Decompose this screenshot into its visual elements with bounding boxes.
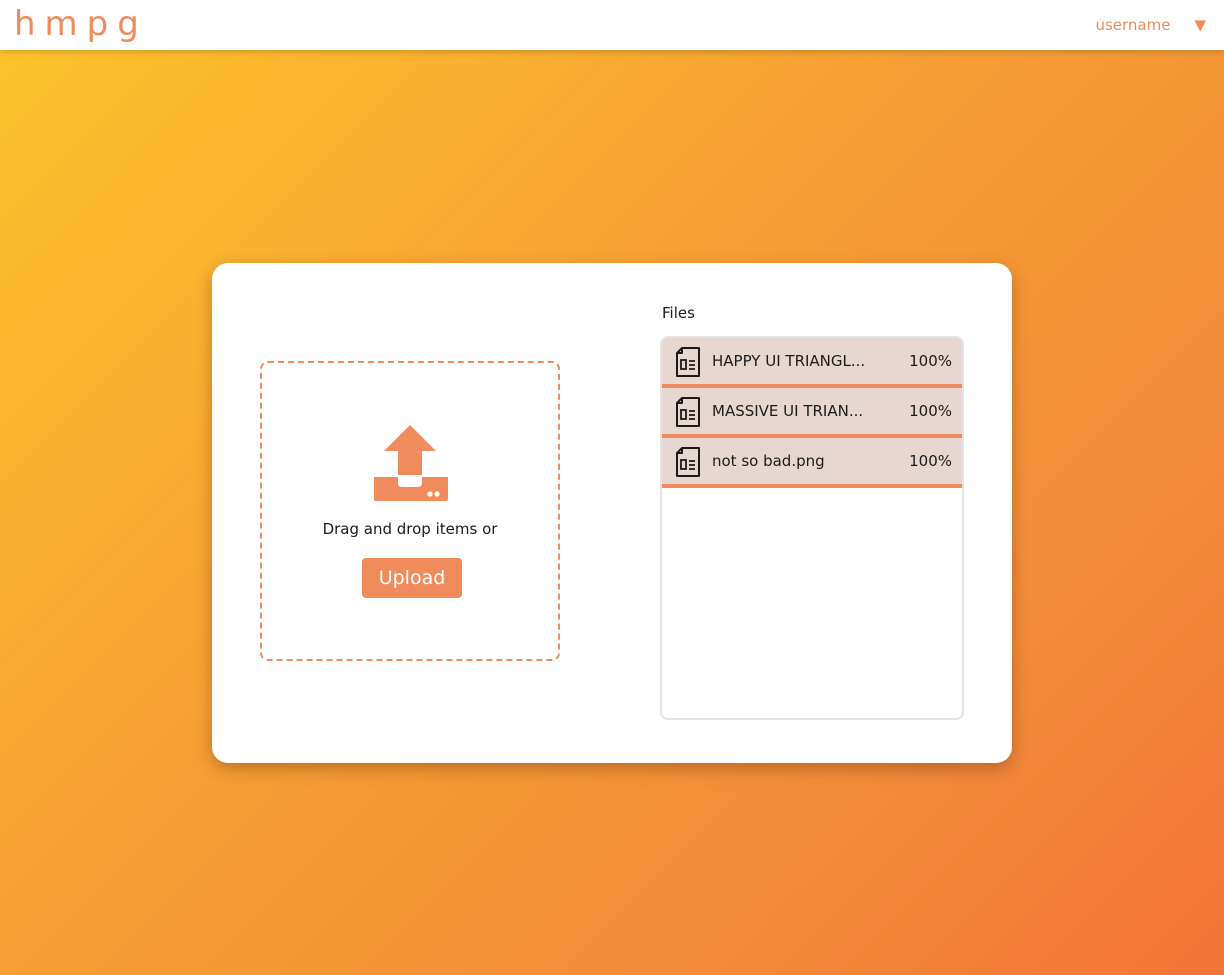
username-label[interactable]: username — [1095, 16, 1170, 34]
drag-drop-prompt: Drag and drop items or — [322, 520, 498, 538]
file-progress: 100% — [909, 452, 952, 470]
file-list-item[interactable]: not so bad.png 100% — [662, 438, 962, 488]
file-icon — [676, 447, 700, 477]
files-heading: Files — [662, 304, 695, 322]
file-progress: 100% — [909, 352, 952, 370]
file-list-item[interactable]: MASSIVE UI TRIAN... 100% — [662, 388, 962, 438]
chevron-down-icon[interactable]: ▼ — [1194, 16, 1206, 34]
upload-tray-icon — [374, 425, 448, 501]
file-name: MASSIVE UI TRIAN... — [712, 402, 864, 420]
upload-card: Drag and drop items or Upload Files HAPP… — [212, 263, 1012, 763]
app-logo[interactable]: hmpg — [14, 4, 148, 44]
file-list-item[interactable]: HAPPY UI TRIANGL... 100% — [662, 338, 962, 388]
file-name: HAPPY UI TRIANGL... — [712, 352, 866, 370]
drop-zone[interactable]: Drag and drop items or Upload — [260, 361, 560, 661]
top-navbar: hmpg username ▼ — [0, 0, 1224, 50]
file-progress: 100% — [909, 402, 952, 420]
upload-button[interactable]: Upload — [362, 558, 462, 598]
file-name: not so bad.png — [712, 452, 825, 470]
file-icon — [676, 347, 700, 377]
file-icon — [676, 397, 700, 427]
file-list[interactable]: HAPPY UI TRIANGL... 100% MASSIVE UI TRIA… — [660, 336, 964, 720]
user-menu[interactable]: username ▼ — [1095, 13, 1206, 37]
